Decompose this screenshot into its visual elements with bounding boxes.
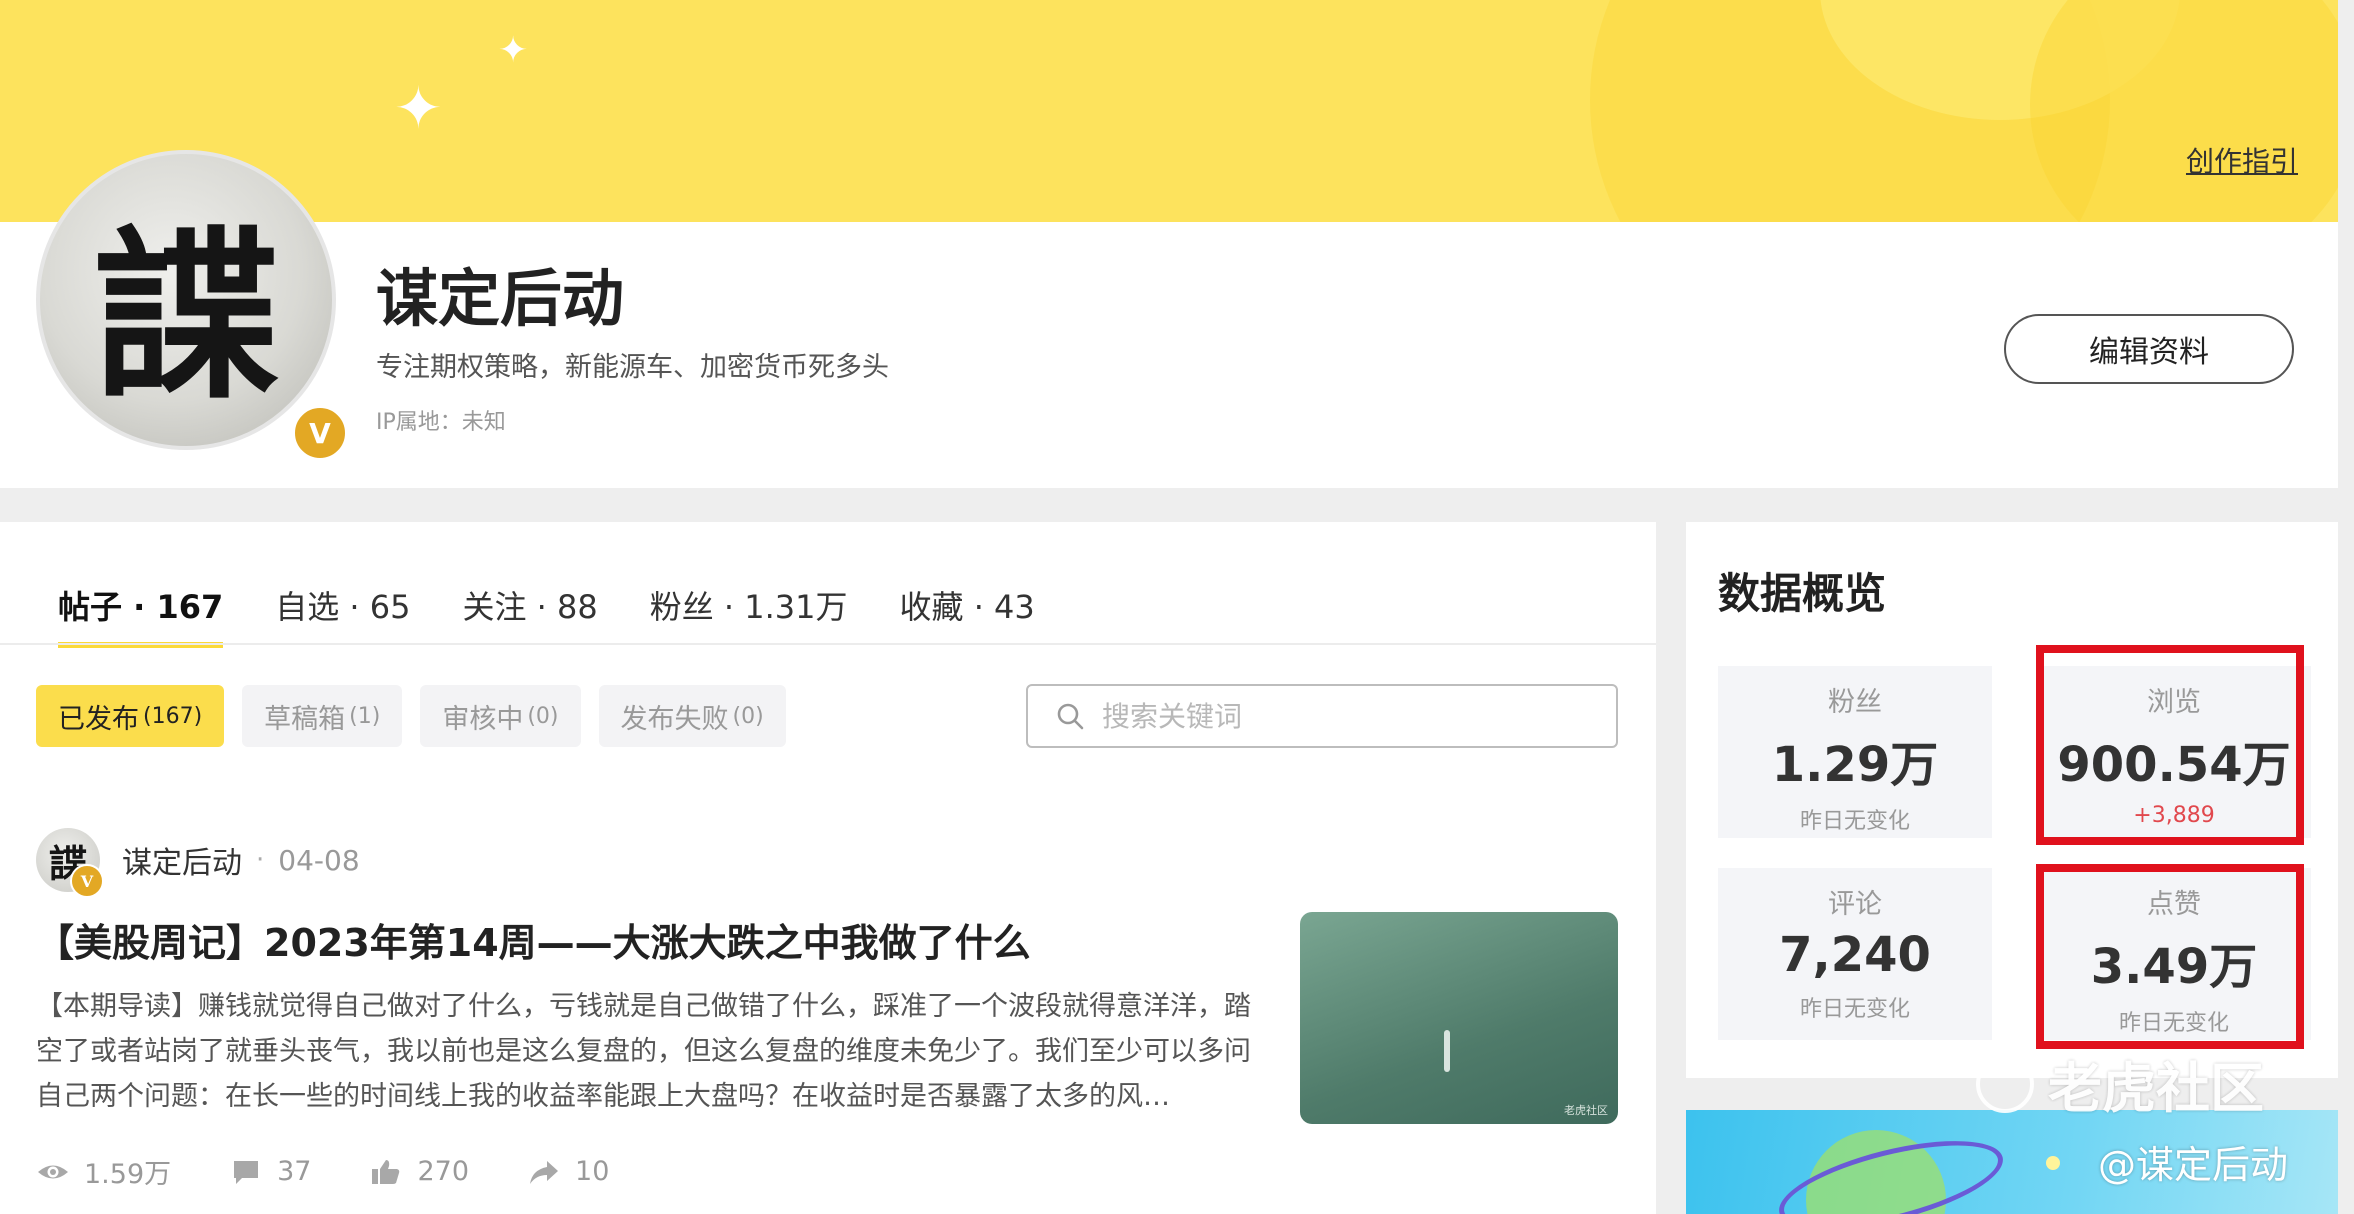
filter-count: (1) [349,703,381,729]
filter-failed[interactable]: 发布失败 (0) [598,685,786,747]
profile-card [0,222,2338,488]
comments-count: 37 [277,1156,312,1187]
posts-panel: 帖子 · 167 自选 · 65 关注 · 88 粉丝 · 1.31万 收藏 ·… [0,522,1656,1214]
post-stats: 1.59万 37 270 10 [36,1152,667,1191]
sparkle-icon: ✦ [394,74,443,142]
metric-comments: 评论 7,240 昨日无变化 [1718,868,1992,1040]
edit-profile-button[interactable]: 编辑资料 [2004,314,2294,384]
post-excerpt[interactable]: 【本期导读】赚钱就觉得自己做对了什么，亏钱就是自己做错了什么，踩准了一个波段就得… [36,984,1276,1119]
tiger-logo-icon [1976,1054,2034,1113]
thumbnail-boat [1444,1030,1450,1072]
search-box[interactable] [1026,684,1618,748]
filter-drafts[interactable]: 草稿箱 (1) [242,685,403,747]
profile-tabs: 帖子 · 167 自选 · 65 关注 · 88 粉丝 · 1.31万 收藏 ·… [58,582,1035,648]
brand-watermark-text: 老虎社区 [2048,1057,2264,1120]
metric-delta: 昨日无变化 [1799,997,1910,1022]
post-author[interactable]: 谋定后动 [122,838,242,882]
filter-label: 审核中 [442,703,524,735]
star-decoration [2046,1156,2060,1170]
shares-stat[interactable]: 10 [527,1156,609,1187]
post-status-filters: 已发布 (167) 草稿箱 (1) 审核中 (0) 发布失败 (0) [36,685,786,747]
filter-label: 发布失败 [620,703,729,735]
thumbnail-watermark: 老虎社区 [1564,1104,1608,1117]
filter-label: 已发布 [58,703,139,735]
sparkle-icon: ✦ [498,30,529,71]
filter-count: (0) [527,703,559,729]
shares-count: 10 [575,1156,610,1187]
search-icon [1057,703,1084,730]
search-input[interactable] [1100,698,1584,734]
likes-count: 270 [417,1156,470,1187]
thumbs-up-icon [372,1159,400,1184]
tab-following[interactable]: 关注 · 88 [463,582,598,648]
highlight-box-views [2036,645,2304,845]
comments-stat[interactable]: 37 [229,1156,311,1187]
views-stat: 1.59万 [36,1152,171,1191]
filter-published[interactable]: 已发布 (167) [36,685,225,747]
verified-badge-icon: V [70,864,104,898]
views-count: 1.59万 [84,1159,172,1190]
filter-count: (167) [143,703,203,729]
metric-value: 7,240 [1779,927,1931,983]
separator-dot: · [256,845,265,875]
verified-badge-icon: V [292,405,348,461]
banner-decoration [2030,0,2338,222]
filter-under-review[interactable]: 审核中 (0) [420,685,581,747]
post-thumbnail[interactable]: 老虎社区 [1300,912,1618,1124]
tab-favorites[interactable]: 收藏 · 43 [900,582,1035,648]
author-handle-watermark: @谋定后动 [2098,1143,2289,1187]
profile-banner: ✦ ✦ 创作指引 [0,0,2338,222]
brand-watermark: 老虎社区 [1976,1044,2264,1123]
metric-fans: 粉丝 1.29万 昨日无变化 [1718,666,1992,838]
highlight-box-likes [2036,864,2304,1049]
post-date: 04-08 [278,843,360,877]
post-title[interactable]: 【美股周记】2023年第14周——大涨大跌之中我做了什么 [36,912,1031,967]
metric-label: 评论 [1828,889,1882,920]
avatar[interactable]: 諜 [36,150,336,450]
tab-watchlist[interactable]: 自选 · 65 [275,582,410,648]
tab-posts[interactable]: 帖子 · 167 [58,582,224,648]
data-overview-title: 数据概览 [1718,569,1887,618]
eye-icon [38,1165,68,1178]
likes-stat[interactable]: 270 [369,1156,469,1187]
avatar-image: 諜 [93,208,278,424]
share-icon [530,1160,559,1184]
post-header: 諜 V 谋定后动 · 04-08 [36,828,360,898]
profile-bio: 专注期权策略，新能源车、加密货币死多头 [376,352,889,383]
filter-count: (0) [732,703,764,729]
ip-location: IP属地：未知 [376,410,506,435]
creation-guide-link[interactable]: 创作指引 [2186,140,2298,180]
author-avatar[interactable]: 諜 V [36,828,104,898]
filter-label: 草稿箱 [264,703,346,735]
tab-followers[interactable]: 粉丝 · 1.31万 [650,582,848,648]
divider [0,643,1656,645]
metric-label: 粉丝 [1828,687,1882,718]
metric-value: 1.29万 [1771,737,1939,793]
profile-name: 谋定后动 [376,262,625,335]
comment-icon [234,1160,259,1184]
metric-delta: 昨日无变化 [1799,809,1910,834]
